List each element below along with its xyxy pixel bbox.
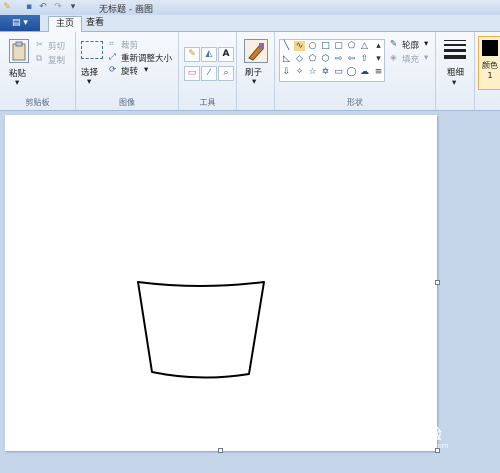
select-dropdown-icon[interactable]: ▾ bbox=[87, 77, 91, 87]
color1-swatch bbox=[482, 40, 498, 56]
ribbon: 粘贴 ▾ ✂ 剪切 ⧉ 复制 剪贴板 选择 ▾ ⌗ 裁剪 ⤢ 重新调整大小 ⟳ … bbox=[0, 32, 500, 111]
shape-callout-rect-icon[interactable]: ▭ bbox=[333, 67, 344, 77]
resize-button[interactable]: 重新调整大小 bbox=[121, 52, 172, 64]
shape-line-icon[interactable]: ╲ bbox=[281, 41, 292, 51]
clipboard-group: 粘贴 ▾ ✂ 剪切 ⧉ 复制 剪贴板 bbox=[0, 32, 76, 110]
tools-group-label: 工具 bbox=[199, 98, 216, 107]
customize-quick-access-icon[interactable]: ▾ bbox=[68, 2, 78, 12]
shape-rectangle-icon[interactable]: □ bbox=[320, 41, 331, 51]
shape-up-arrow-icon[interactable]: ⇧ bbox=[359, 54, 370, 64]
fill-button[interactable]: 填充 bbox=[402, 53, 419, 65]
size-button[interactable]: 粗细 bbox=[447, 66, 464, 78]
shape-five-point-star-icon[interactable]: ☆ bbox=[307, 67, 318, 77]
brushes-group: 刷子 ▾ bbox=[237, 32, 275, 110]
shape-oval-icon[interactable]: ○ bbox=[307, 41, 318, 51]
crop-button[interactable]: 裁剪 bbox=[121, 39, 138, 51]
shapes-scroll-down-icon[interactable]: ▾ bbox=[373, 54, 384, 64]
fill-bucket-icon[interactable]: ◭ bbox=[201, 47, 217, 62]
color1-label: 颜色1 bbox=[482, 61, 498, 80]
shape-callout-oval-icon[interactable]: ◯ bbox=[346, 67, 357, 77]
shape-six-point-star-icon[interactable]: ✡ bbox=[320, 67, 331, 77]
rotate-button[interactable]: 旋转 bbox=[121, 65, 138, 77]
brushes-dropdown-icon[interactable]: ▾ bbox=[252, 77, 256, 87]
tools-group: ✎ ◭ A ▭ ⁄ ⌕ 工具 bbox=[179, 32, 237, 110]
paste-icon[interactable] bbox=[9, 39, 29, 63]
shape-rounded-rectangle-icon[interactable]: ▢ bbox=[333, 41, 344, 51]
crop-icon: ⌗ bbox=[109, 39, 114, 49]
eraser-icon[interactable]: ▭ bbox=[184, 66, 200, 81]
copy-button[interactable]: 复制 bbox=[48, 54, 65, 66]
shape-diamond-icon[interactable]: ◇ bbox=[294, 54, 305, 64]
shape-right-arrow-icon[interactable]: ⇨ bbox=[333, 54, 344, 64]
shapes-group: ╲ ∿ ○ □ ▢ ⬠ △ ◺ ◇ ⬠ ⬡ ⇨ ⇦ ⇧ ⇩ ✧ ☆ ✡ ▭ ◯ … bbox=[275, 32, 436, 110]
pencil-icon[interactable]: ✎ bbox=[184, 47, 200, 62]
colors-group: 颜色1 bbox=[475, 32, 500, 110]
shape-four-point-star-icon[interactable]: ✧ bbox=[294, 67, 305, 77]
shape-left-arrow-icon[interactable]: ⇦ bbox=[346, 54, 357, 64]
shape-curve-icon[interactable]: ∿ bbox=[294, 41, 305, 51]
shape-triangle-icon[interactable]: △ bbox=[359, 41, 370, 51]
watermark-text: Bai 经验 bbox=[384, 427, 442, 443]
shape-pentagon-icon[interactable]: ⬠ bbox=[307, 54, 318, 64]
color1-selector[interactable]: 颜色1 bbox=[478, 36, 500, 90]
shapes-expand-icon[interactable]: ≡ bbox=[373, 67, 384, 77]
size-dropdown-icon[interactable]: ▾ bbox=[452, 78, 456, 88]
image-group-label: 图像 bbox=[119, 98, 135, 107]
outline-icon: ✎ bbox=[390, 39, 398, 49]
paint-app-icon[interactable]: ✎ bbox=[2, 2, 12, 12]
cut-button[interactable]: 剪切 bbox=[48, 40, 65, 52]
rotate-dropdown-icon[interactable]: ▾ bbox=[144, 65, 148, 75]
canvas-drawing bbox=[137, 281, 265, 379]
file-menu-button[interactable]: ▤ ▾ bbox=[0, 15, 40, 31]
outline-dropdown-icon[interactable]: ▾ bbox=[424, 39, 428, 49]
select-icon[interactable] bbox=[81, 41, 103, 59]
canvas-resize-handle-right[interactable] bbox=[435, 280, 440, 285]
magnifier-icon[interactable]: ⌕ bbox=[218, 66, 234, 81]
save-icon[interactable]: ▪ bbox=[24, 2, 34, 12]
shapes-group-label: 形状 bbox=[347, 98, 363, 107]
fill-icon: ◈ bbox=[390, 53, 397, 63]
copy-icon: ⧉ bbox=[36, 54, 43, 64]
watermark-url: jingyan.baidu.com bbox=[384, 442, 449, 450]
text-tool-icon[interactable]: A bbox=[218, 47, 234, 62]
image-group: 选择 ▾ ⌗ 裁剪 ⤢ 重新调整大小 ⟳ 旋转 ▾ 图像 bbox=[76, 32, 179, 110]
color-picker-icon[interactable]: ⁄ bbox=[201, 66, 217, 81]
outline-button[interactable]: 轮廓 bbox=[402, 39, 419, 51]
shape-polygon-icon[interactable]: ⬠ bbox=[346, 41, 357, 51]
shapes-gallery: ╲ ∿ ○ □ ▢ ⬠ △ ◺ ◇ ⬠ ⬡ ⇨ ⇦ ⇧ ⇩ ✧ ☆ ✡ ▭ ◯ … bbox=[279, 39, 385, 82]
title-bar: ✎ ▪ ↶ ↷ ▾ 无标题 - 画图 bbox=[0, 0, 500, 16]
resize-icon: ⤢ bbox=[109, 52, 116, 62]
canvas-resize-handle-bottom[interactable] bbox=[218, 448, 223, 453]
paste-dropdown-icon[interactable]: ▾ bbox=[15, 78, 19, 88]
size-icon[interactable] bbox=[444, 40, 466, 59]
shape-hexagon-icon[interactable]: ⬡ bbox=[320, 54, 331, 64]
tab-view[interactable]: 查看 bbox=[82, 16, 108, 31]
rotate-icon: ⟳ bbox=[109, 65, 117, 75]
shape-down-arrow-icon[interactable]: ⇩ bbox=[281, 67, 292, 77]
fill-dropdown-icon[interactable]: ▾ bbox=[424, 53, 428, 63]
shape-right-triangle-icon[interactable]: ◺ bbox=[281, 54, 292, 64]
ribbon-tab-row: ▤ ▾ 主页 查看 bbox=[0, 15, 500, 32]
shapes-scroll-up-icon[interactable]: ▴ bbox=[373, 41, 384, 51]
drawing-canvas[interactable] bbox=[5, 115, 437, 451]
tab-home[interactable]: 主页 bbox=[48, 16, 82, 32]
clipboard-group-label: 剪贴板 bbox=[25, 98, 50, 107]
redo-icon[interactable]: ↷ bbox=[53, 2, 63, 12]
shape-callout-cloud-icon[interactable]: ☁ bbox=[359, 67, 370, 77]
watermark: Bai 经验 jingyan.baidu.com bbox=[384, 424, 492, 450]
window-title: 无标题 - 画图 bbox=[99, 5, 153, 15]
undo-icon[interactable]: ↶ bbox=[38, 2, 48, 12]
brush-icon[interactable] bbox=[244, 39, 268, 63]
drawn-cup-shape bbox=[137, 281, 265, 379]
size-group: 粗细 ▾ bbox=[436, 32, 475, 110]
cut-icon: ✂ bbox=[36, 40, 44, 50]
